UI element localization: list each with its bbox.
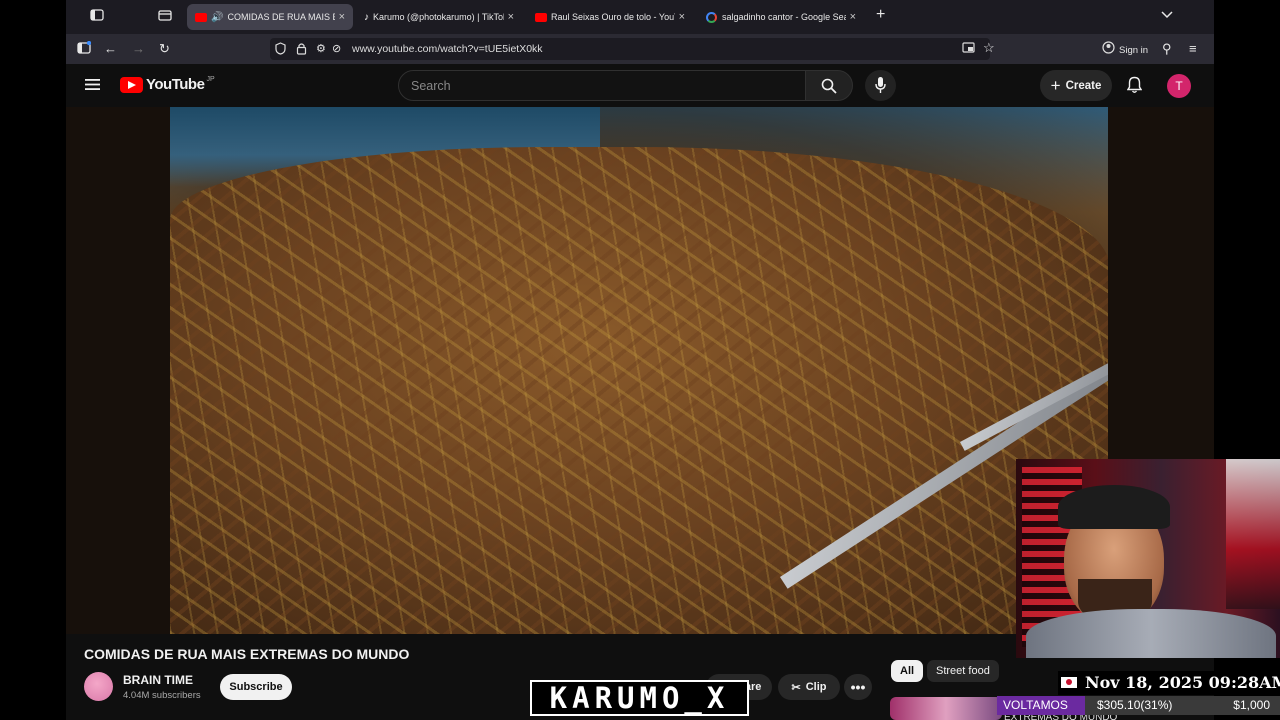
streamer-webcam bbox=[1016, 459, 1280, 658]
japan-flag-icon bbox=[1061, 677, 1077, 688]
more-actions-button[interactable]: ••• bbox=[844, 674, 872, 700]
plus-icon: + bbox=[1050, 75, 1061, 95]
bookmark-star-icon[interactable]: ☆ bbox=[983, 40, 995, 56]
youtube-logo[interactable]: YouTube JP bbox=[120, 76, 215, 93]
tiktok-favicon-icon: ♪ bbox=[364, 11, 369, 23]
close-tab-icon[interactable]: × bbox=[850, 11, 856, 23]
forward-arrow-icon[interactable]: → bbox=[132, 41, 145, 57]
donation-goal-label: VOLTAMOS bbox=[1003, 698, 1068, 712]
user-avatar[interactable]: T bbox=[1167, 74, 1191, 98]
tab-title: Raul Seixas Ouro de tolo - YouTube bbox=[551, 12, 675, 22]
close-tab-icon[interactable]: × bbox=[508, 11, 514, 23]
video-frame-fried-grasshoppers[interactable] bbox=[170, 107, 1108, 634]
clip-label: Clip bbox=[805, 681, 827, 693]
recommended-thumbnail[interactable] bbox=[890, 697, 1002, 720]
tab-title: salgadinho cantor - Google Search bbox=[722, 12, 846, 22]
tab-overview-icon[interactable] bbox=[158, 9, 172, 25]
close-tab-icon[interactable]: × bbox=[339, 11, 345, 23]
new-tab-icon[interactable]: + bbox=[876, 7, 885, 23]
streamer-name-text: KARUMO_X bbox=[549, 681, 730, 715]
address-bar[interactable]: ⚙ ⊘ www.youtube.com/watch?v=tUE5ietX0kk … bbox=[270, 38, 995, 60]
url-text[interactable]: www.youtube.com/watch?v=tUE5ietX0kk bbox=[352, 43, 543, 55]
search-input[interactable]: Search bbox=[411, 79, 451, 93]
youtube-play-icon bbox=[120, 76, 143, 93]
sign-in-link[interactable]: Sign in bbox=[1119, 43, 1148, 59]
tab-title: COMIDAS DE RUA MAIS EXTREMAS DO MUNDO bbox=[227, 12, 334, 22]
subscribe-button[interactable]: Subscribe bbox=[220, 674, 292, 700]
tab-title: Karumo (@photokarumo) | TikTok bbox=[373, 12, 504, 22]
donation-goal-value: $305.10(31%) bbox=[1097, 698, 1173, 712]
menu-icon[interactable]: ≡ bbox=[1189, 41, 1197, 57]
youtube-favicon-icon bbox=[535, 12, 547, 22]
channel-avatar[interactable] bbox=[84, 672, 113, 701]
autoplay-blocked-icon[interactable]: ⊘ bbox=[332, 41, 341, 57]
tracking-shield-icon[interactable] bbox=[275, 42, 286, 59]
streamer-jacket bbox=[1026, 609, 1276, 658]
microphone-icon bbox=[875, 77, 886, 99]
neon-sign-right bbox=[1226, 459, 1280, 609]
sidebar-toggle-icon[interactable] bbox=[90, 9, 104, 25]
lock-icon[interactable] bbox=[296, 42, 307, 59]
account-icon[interactable] bbox=[1102, 41, 1115, 58]
extensions-icon[interactable]: ⚲ bbox=[1162, 41, 1172, 57]
close-tab-icon[interactable]: × bbox=[679, 11, 685, 23]
search-box[interactable]: Search bbox=[398, 70, 806, 101]
streamer-name-banner: KARUMO_X bbox=[530, 680, 749, 716]
grasshopper-pile bbox=[170, 147, 1108, 634]
back-arrow-icon[interactable]: ← bbox=[104, 41, 117, 57]
youtube-favicon-icon bbox=[195, 12, 207, 22]
subscriber-count: 4.04M subscribers bbox=[123, 690, 201, 701]
tab-youtube-comidas[interactable]: 🔊 COMIDAS DE RUA MAIS EXTREMAS DO MUNDO … bbox=[187, 4, 353, 30]
chip-street-food[interactable]: Street food bbox=[927, 660, 999, 682]
voice-search-button[interactable] bbox=[865, 70, 896, 101]
create-label: Create bbox=[1065, 79, 1102, 92]
more-dots-icon: ••• bbox=[850, 679, 866, 695]
tab-tiktok[interactable]: ♪ Karumo (@photokarumo) | TikTok × bbox=[356, 4, 522, 30]
video-title: COMIDAS DE RUA MAIS EXTREMAS DO MUNDO bbox=[84, 646, 410, 662]
clip-button[interactable]: ✂ Clip bbox=[778, 674, 840, 700]
chip-all[interactable]: All bbox=[891, 660, 924, 682]
date-time-text: Nov 18, 2025 09:28AM bbox=[1085, 673, 1280, 692]
permissions-icon[interactable]: ⚙ bbox=[316, 41, 326, 57]
create-button[interactable]: + Create bbox=[1040, 70, 1112, 101]
scissors-icon: ✂ bbox=[791, 681, 801, 694]
picture-in-picture-icon[interactable] bbox=[962, 42, 975, 58]
date-time-overlay: Nov 18, 2025 09:28AM bbox=[1058, 671, 1280, 695]
youtube-header: YouTube JP Search + Create T bbox=[66, 64, 1214, 107]
tab-google[interactable]: salgadinho cantor - Google Search × bbox=[698, 4, 864, 30]
google-favicon-icon bbox=[706, 11, 717, 23]
tab-youtube-raul[interactable]: Raul Seixas Ouro de tolo - YouTube × bbox=[527, 4, 693, 30]
streamer-cap bbox=[1058, 485, 1170, 529]
chevron-down-icon[interactable] bbox=[1161, 8, 1173, 24]
donation-goal-target: $1,000 bbox=[1233, 698, 1270, 712]
notifications-bell-icon[interactable] bbox=[1126, 76, 1143, 99]
reload-icon[interactable]: ↻ bbox=[159, 41, 170, 57]
channel-name[interactable]: BRAIN TIME bbox=[123, 673, 193, 687]
donation-goal-bar: VOLTAMOS $305.10(31%) $1,000 bbox=[997, 696, 1280, 715]
navigation-bar: ← → ↻ ⚙ ⊘ www.youtube.com/watch?v=tUE5ie… bbox=[66, 34, 1214, 64]
search-button[interactable] bbox=[805, 70, 853, 101]
tab-bar: 🔊 COMIDAS DE RUA MAIS EXTREMAS DO MUNDO … bbox=[66, 0, 1214, 34]
hamburger-menu-icon[interactable] bbox=[85, 78, 100, 96]
region-code: JP bbox=[206, 76, 215, 83]
audio-playing-icon[interactable]: 🔊 bbox=[211, 12, 223, 23]
sidebar-icon[interactable] bbox=[77, 40, 92, 59]
youtube-wordmark: YouTube bbox=[146, 76, 205, 93]
search-icon bbox=[821, 78, 837, 99]
